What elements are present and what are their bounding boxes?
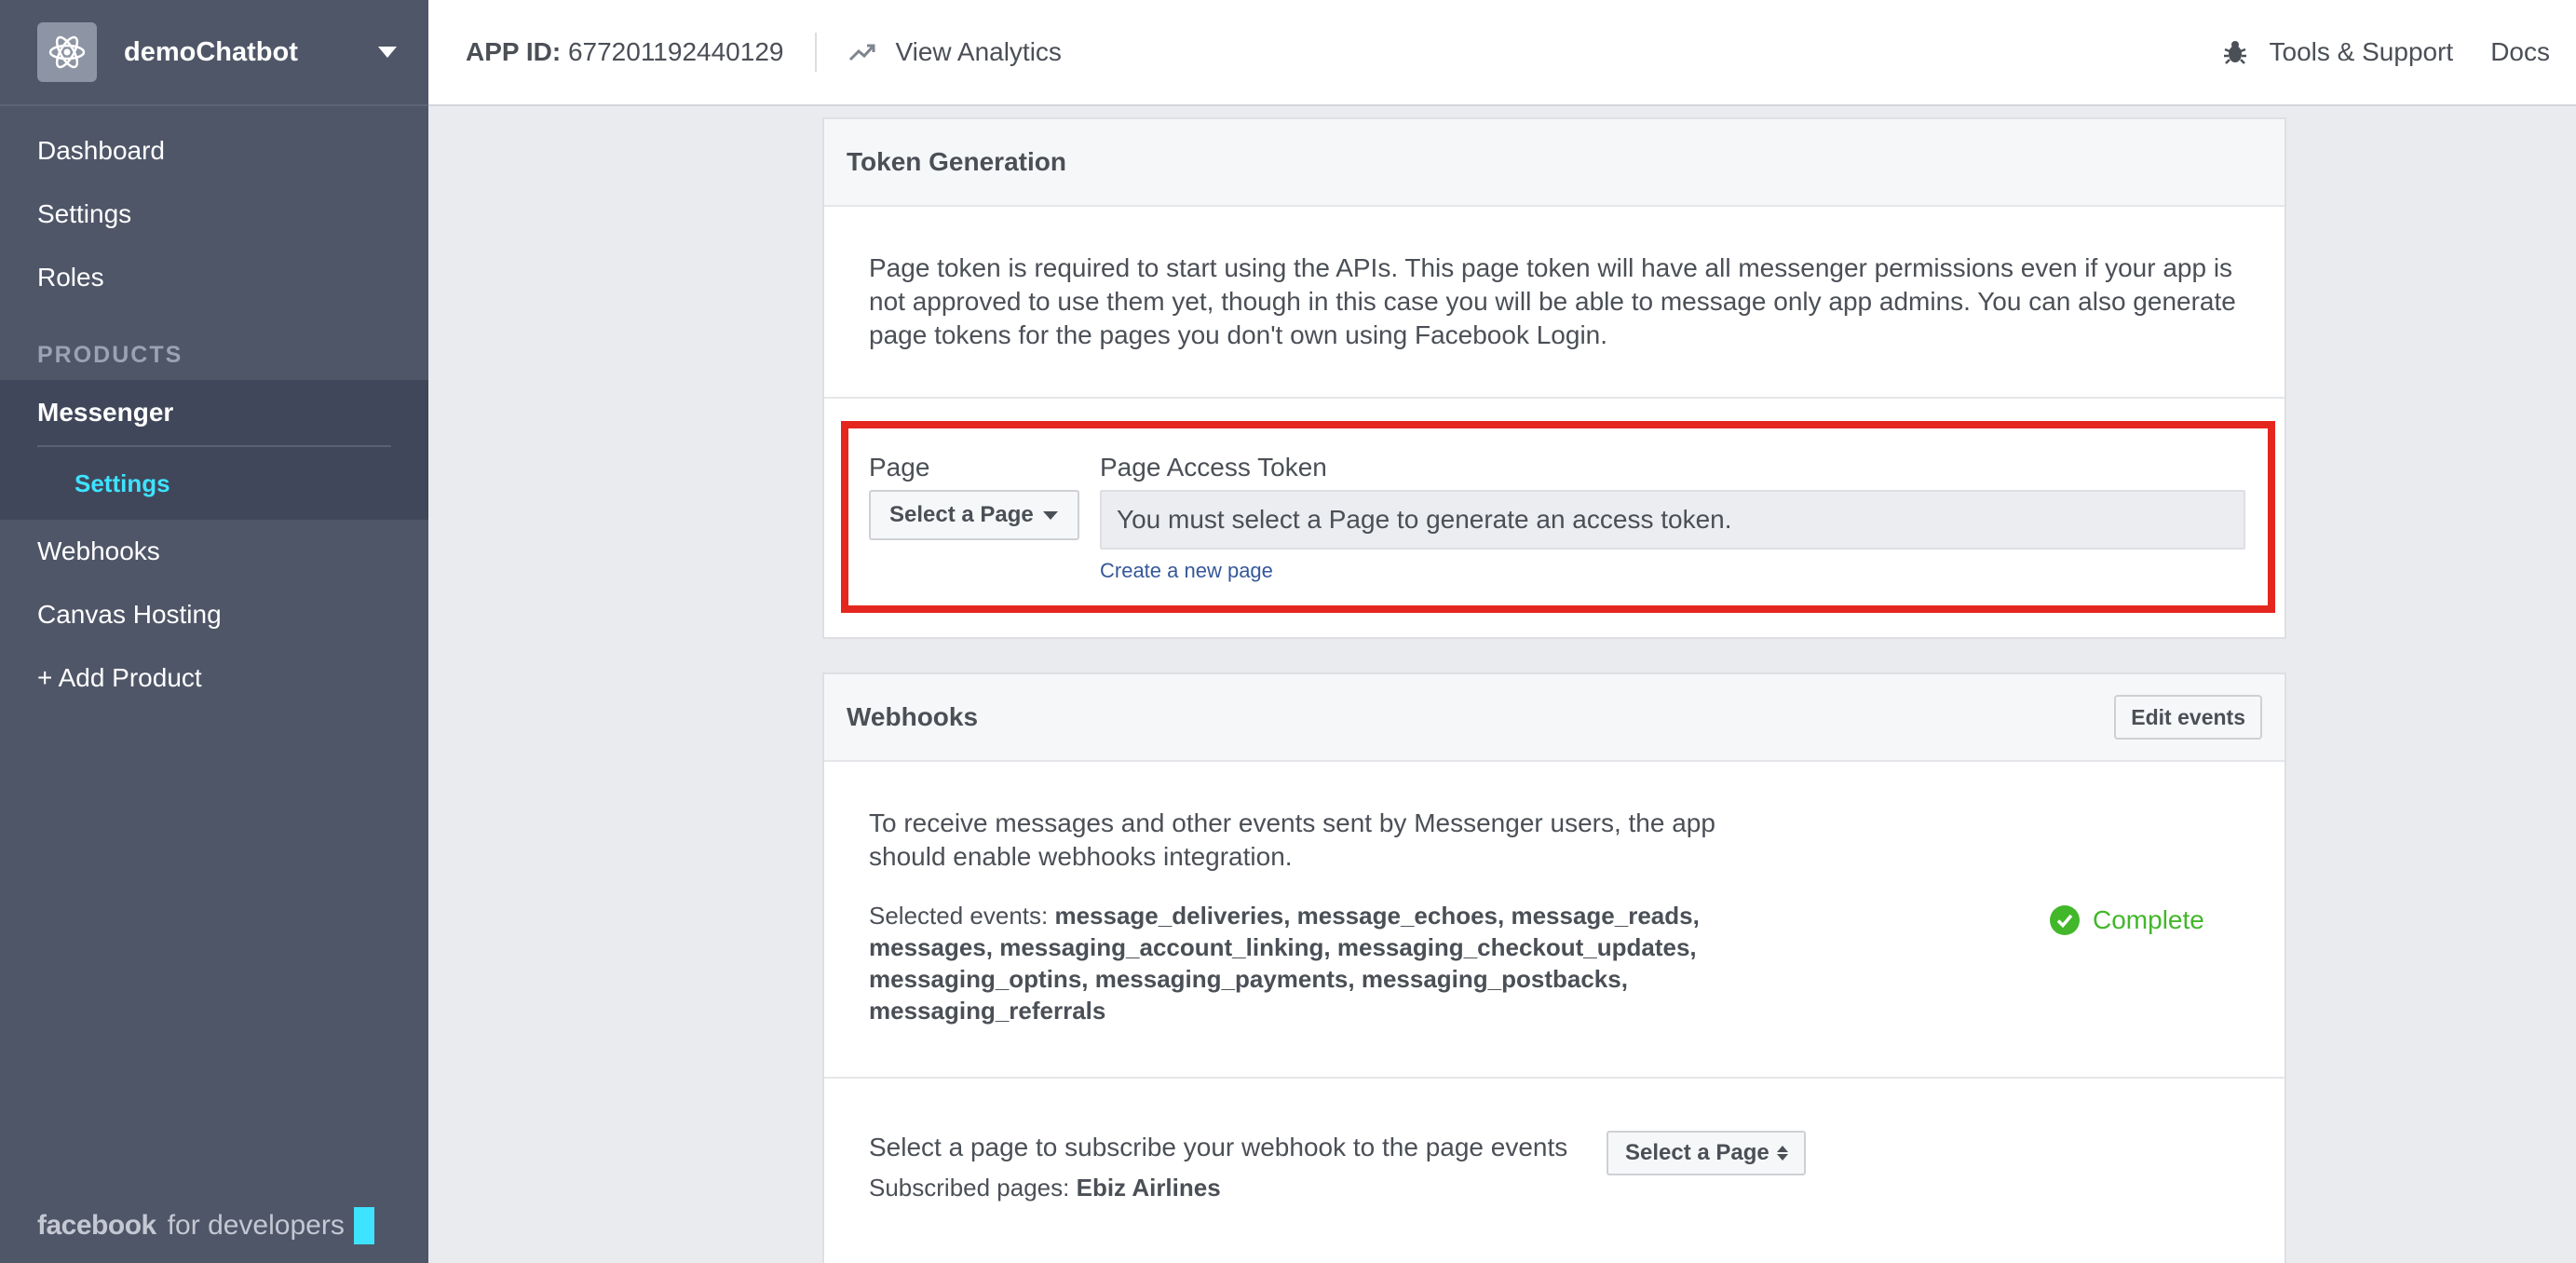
selected-events: Selected events: message_deliveries, mes…: [869, 900, 1763, 1026]
page-access-token-label: Page Access Token: [1100, 453, 1327, 482]
divider: [815, 33, 818, 72]
top-bar: APP ID: 677201192440129 View Analytics T…: [428, 0, 2576, 106]
panel-title: Token Generation: [847, 147, 1066, 176]
products-heading: PRODUCTS: [37, 342, 183, 368]
panel-header: Webhooks Edit events: [824, 674, 2285, 762]
sidebar: demoChatbot Dashboard Settings Roles PRO…: [0, 0, 428, 1263]
app-switcher[interactable]: demoChatbot: [0, 0, 428, 106]
tools-support-link[interactable]: Tools & Support: [2221, 37, 2454, 67]
webhooks-description: To receive messages and other events sen…: [869, 808, 1715, 871]
edit-events-button[interactable]: Edit events: [2114, 695, 2262, 740]
page-label: Page: [869, 453, 930, 482]
sidebar-item-messenger-settings[interactable]: Settings: [0, 447, 428, 520]
tools-support-label: Tools & Support: [2269, 37, 2454, 66]
selected-events-label: Selected events:: [869, 902, 1049, 930]
caret-down-icon: [1042, 510, 1058, 520]
app-id-label: APP ID:: [466, 37, 562, 66]
subscribed-pages-label: Subscribed pages:: [869, 1174, 1070, 1202]
docs-link[interactable]: Docs: [2490, 37, 2550, 67]
bug-icon: [2223, 41, 2246, 64]
select-page-label: Select a Page: [1625, 1140, 1769, 1165]
atom-icon: [37, 22, 97, 82]
sidebar-item-canvas-hosting[interactable]: Canvas Hosting: [0, 583, 428, 646]
status-label: Complete: [2093, 905, 2204, 934]
sidebar-item-add-product[interactable]: + Add Product: [0, 646, 428, 710]
webhooks-panel: Webhooks Edit events To receive messages…: [822, 672, 2286, 1263]
chevron-down-icon[interactable]: [378, 47, 397, 58]
brand-cursor-block: [353, 1207, 374, 1244]
subscribe-page-select[interactable]: Select a Page: [1607, 1131, 1806, 1175]
subscribed-pages-value: Ebiz Airlines: [1076, 1174, 1221, 1202]
sidebar-item-roles[interactable]: Roles: [0, 246, 428, 309]
app-name: demoChatbot: [124, 36, 298, 67]
brand-facebook: facebook: [37, 1210, 156, 1241]
sidebar-item-dashboard[interactable]: Dashboard: [0, 119, 428, 183]
trending-up-icon: [849, 44, 875, 61]
subscribe-instruction: Select a page to subscribe your webhook …: [869, 1133, 1568, 1161]
token-form: Page Page Access Token Select a Page You…: [841, 421, 2275, 613]
select-page-label: Select a Page: [889, 502, 1034, 527]
divider: [824, 1077, 2285, 1079]
webhook-status: Complete: [2050, 905, 2204, 935]
panel-title: Webhooks: [847, 702, 979, 731]
sidebar-item-messenger[interactable]: Messenger: [0, 380, 428, 445]
sort-arrows-icon: [1776, 1146, 1788, 1161]
sidebar-item-settings[interactable]: Settings: [0, 183, 428, 246]
app-id: APP ID: 677201192440129: [466, 37, 783, 67]
token-description: Page token is required to start using th…: [824, 207, 2285, 399]
app-id-value: 677201192440129: [567, 37, 784, 66]
panel-header: Token Generation: [824, 119, 2285, 207]
page-access-token-field[interactable]: You must select a Page to generate an ac…: [1100, 490, 2245, 550]
create-new-page-link[interactable]: Create a new page: [1100, 559, 1273, 583]
brand-for-developers: for developers: [167, 1210, 345, 1241]
sidebar-item-webhooks[interactable]: Webhooks: [0, 520, 428, 583]
view-analytics-label: View Analytics: [895, 37, 1062, 66]
check-circle-icon: [2050, 905, 2080, 935]
select-page-dropdown[interactable]: Select a Page: [869, 490, 1079, 540]
facebook-developers-logo[interactable]: facebook for developers: [37, 1207, 374, 1244]
subscribed-pages: Subscribed pages: Ebiz Airlines: [869, 1174, 1221, 1202]
sidebar-group-messenger: Messenger Settings: [0, 380, 428, 520]
view-analytics-link[interactable]: View Analytics: [848, 37, 1062, 67]
